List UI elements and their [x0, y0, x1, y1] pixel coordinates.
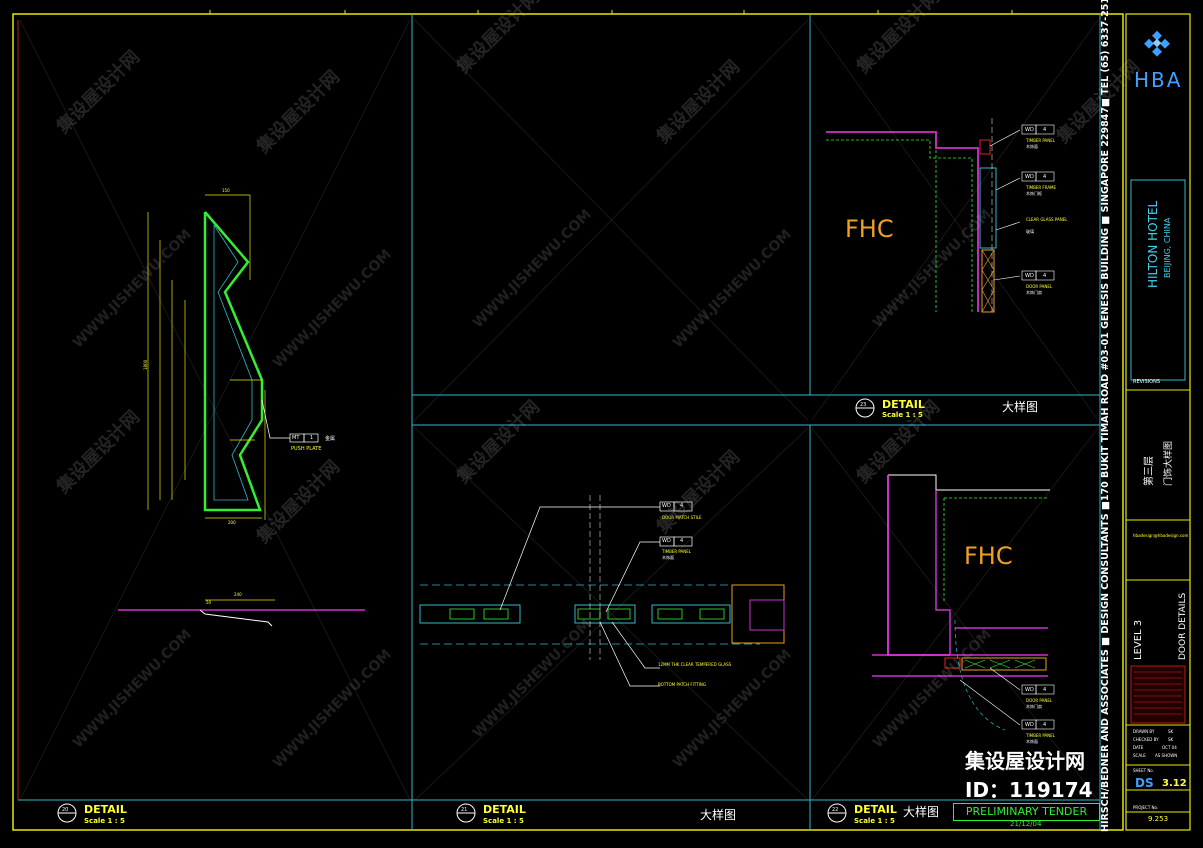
callout-label: TIMBER PANEL — [1026, 138, 1056, 143]
callout-label: TIMBER FRAME — [1026, 185, 1057, 190]
callout-label: BOTTOM PATCH FITTING — [658, 682, 706, 687]
wd-number: 4 — [1043, 273, 1047, 279]
detail-label: DETAIL — [854, 803, 897, 816]
level-cn: 第三层 — [1144, 456, 1155, 486]
date-value: OCT 04 — [1162, 745, 1177, 750]
drawing-canvas — [12, 10, 1191, 831]
detail-cn: 大样图 — [700, 808, 737, 822]
detail-number: 22 — [832, 807, 839, 813]
detail-number: 20 — [62, 807, 69, 813]
detail-number: 21 — [461, 807, 468, 813]
checked-label: CHECKED BY — [1133, 737, 1159, 742]
wd-number: 4 — [680, 538, 684, 544]
cad-drawing-sheet: HBA HILTON HOTEL BEIJING, CHINA REVISION… — [0, 0, 1203, 848]
firm-address: HIRSCH/BEDNER AND ASSOCIATES ■ DESIGN CO… — [1100, 0, 1111, 832]
watermark-site-name: 集设屋设计网 — [965, 749, 1085, 773]
fhc-label: FHC — [964, 542, 1013, 570]
drawn-label: DRAWN BY — [1133, 729, 1155, 734]
status-badge: PRELIMINARY TENDER — [953, 803, 1100, 821]
sheet-label: SHEET No. — [1133, 768, 1154, 773]
dimension: 150 — [222, 188, 230, 193]
mt-cn: 金属 — [325, 436, 336, 442]
callout-label: 12MM THK CLEAR TEMPERED GLASS — [658, 662, 732, 667]
dimension: 200 — [228, 520, 236, 525]
callout-cn: 木饰面 — [1026, 144, 1038, 149]
detail-cn: 大样图 — [1002, 400, 1039, 414]
project-no-label: PROJECT No. — [1133, 805, 1159, 810]
dimension: 1800 — [143, 359, 148, 370]
callout-label: CLEAR GLASS PANEL — [1026, 217, 1068, 222]
callout-label: TIMBER PANEL — [662, 549, 692, 554]
detail-cn: 大样图 — [903, 805, 940, 819]
hba-logo-mark — [1144, 30, 1170, 57]
detail-number: 23 — [860, 402, 867, 408]
sheet-prefix: DS — [1135, 776, 1154, 790]
detail-scale: Scale 1 : 5 — [483, 817, 524, 825]
sheet-number: 3.12 — [1162, 778, 1187, 789]
scale-value: AS SHOWN — [1155, 753, 1178, 758]
wd-number: 4 — [1043, 722, 1047, 728]
wd-tag: WD — [1025, 687, 1034, 693]
callout-cn: 木饰门框 — [1026, 191, 1042, 196]
detail-scale: Scale 1 : 5 — [854, 817, 895, 825]
push-plate-label: PUSH PLATE — [291, 446, 322, 452]
callout-cn: 木饰门扇 — [1026, 704, 1042, 709]
wd-number: 4 — [1043, 127, 1047, 133]
drawn-value: SK — [1168, 729, 1174, 734]
callout-cn: 木饰面 — [662, 555, 674, 560]
panel-dividers — [18, 14, 1101, 830]
sheet-border — [12, 13, 1124, 831]
project-no-value: 9.253 — [1148, 815, 1169, 823]
detail-21-drawing — [419, 495, 785, 687]
mt-tag: MT — [292, 435, 300, 441]
callout-cn: 玻璃 — [1026, 229, 1034, 234]
level-label: LEVEL 3 — [1133, 619, 1144, 660]
callout-label: DOOR PANEL — [1026, 284, 1053, 289]
wd-number: 4 — [1043, 174, 1047, 180]
wd-tag: WD — [1025, 127, 1034, 133]
date-label: DATE — [1133, 745, 1144, 750]
wd-tag: WD — [1025, 174, 1034, 180]
wd-tag: WD — [1025, 722, 1034, 728]
wd-tag: WD — [1025, 273, 1034, 279]
mt-number: 1 — [310, 435, 314, 441]
callout-cn: 木饰门扇 — [1026, 290, 1042, 295]
project-name: HILTON HOTEL — [1146, 200, 1160, 288]
watermark-id: ID：119174 — [965, 778, 1093, 802]
callout-label: DOOR PANEL — [1026, 698, 1053, 703]
status-date: 21/12/04 — [1010, 820, 1042, 828]
wd-tag: WD — [662, 538, 671, 544]
detail-label: DETAIL — [483, 803, 526, 816]
project-location: BEIJING, CHINA — [1163, 217, 1172, 278]
dimension: 50 — [206, 600, 212, 605]
detail-scale: Scale 1 : 5 — [84, 817, 125, 825]
website: hbadesign@hbadesign.com — [1133, 533, 1189, 538]
checked-value: SK — [1168, 737, 1174, 742]
drawing-cn: 门饰大样图 — [1164, 440, 1174, 486]
drawing-title: DOOR DETAILS — [1178, 592, 1188, 660]
dimension: 240 — [234, 592, 242, 597]
wd-number: 4 — [1043, 687, 1047, 693]
detail-label: DETAIL — [84, 803, 127, 816]
callout-label: TIMBER PANEL — [1026, 733, 1056, 738]
revisions-label: REVISIONS — [1133, 379, 1161, 385]
scale-label: SCALE — [1133, 753, 1146, 758]
fhc-label: FHC — [845, 215, 894, 243]
